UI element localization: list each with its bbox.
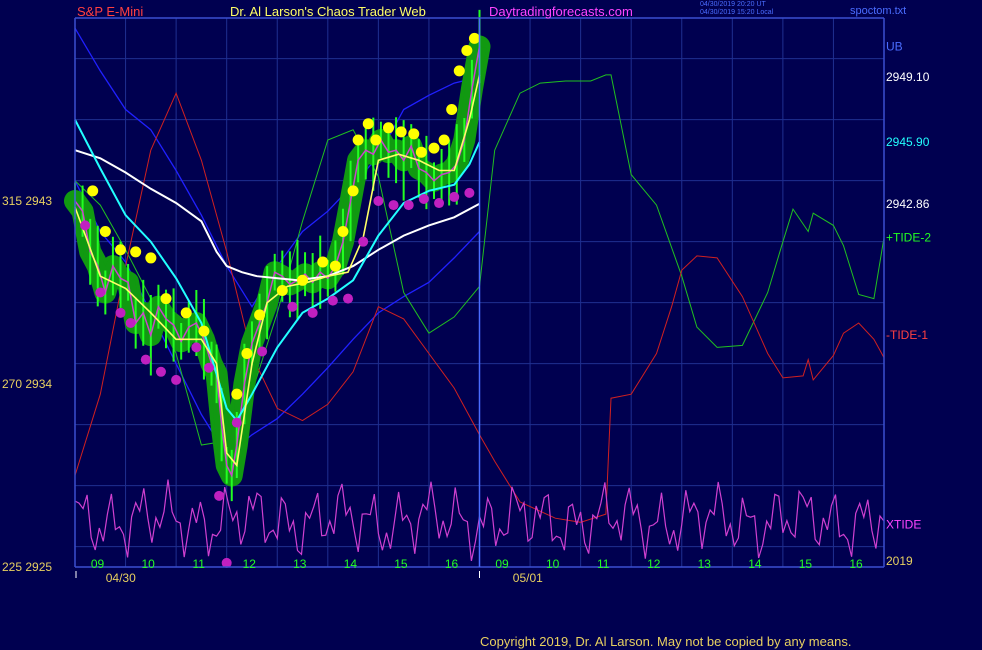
hour-tick-label: 09: [91, 557, 105, 571]
date-label: 04/30: [106, 571, 136, 585]
low-point: [115, 307, 126, 318]
high-point: [395, 126, 407, 138]
left-axis-label: 315 2943: [2, 194, 52, 208]
right-axis-label: 2019: [886, 554, 913, 568]
high-point: [428, 142, 440, 154]
high-point: [352, 134, 364, 146]
low-point: [418, 193, 429, 204]
hour-tick-label: 13: [698, 557, 712, 571]
left-axis-label: 270 2934: [2, 377, 52, 391]
low-point: [449, 191, 460, 202]
hour-tick-label: 12: [243, 557, 257, 571]
low-point: [358, 236, 369, 247]
timestamp-local: 04/30/2019 15:20 Local: [700, 9, 774, 16]
high-point: [198, 325, 210, 337]
copyright: Copyright 2019, Dr. Al Larson. May not b…: [480, 634, 852, 649]
hour-tick-label: 11: [597, 557, 610, 571]
left-axis-label: 225 2925: [2, 560, 52, 574]
high-point: [453, 65, 465, 77]
right-axis-label: +TIDE-2: [886, 231, 931, 245]
hour-tick-label: 14: [748, 557, 762, 571]
low-point: [464, 187, 475, 198]
high-point: [231, 388, 243, 400]
high-point: [362, 118, 374, 130]
right-axis-label: UB: [886, 39, 903, 53]
low-point: [80, 220, 91, 231]
hour-tick-label: 11: [192, 557, 205, 571]
hour-tick-label: 09: [495, 557, 509, 571]
high-point: [87, 185, 99, 197]
file-name: spoctom.txt: [850, 5, 907, 17]
high-point: [468, 32, 480, 44]
hour-tick-label: 14: [344, 557, 358, 571]
high-point: [297, 274, 309, 286]
high-point: [461, 45, 473, 57]
right-axis-label: 2945.90: [886, 135, 930, 149]
hour-tick-label: 12: [647, 557, 661, 571]
low-point: [191, 342, 202, 353]
right-axis-label: 2949.10: [886, 70, 930, 84]
low-point: [257, 346, 268, 357]
low-point: [155, 366, 166, 377]
high-point: [99, 226, 111, 237]
hour-tick-label: 13: [293, 557, 307, 571]
hour-tick-label: 10: [141, 557, 155, 571]
timestamp-ut: 04/30/2019 20:20 UT: [700, 1, 766, 8]
low-point: [287, 301, 298, 312]
high-point: [145, 252, 157, 264]
high-point: [347, 185, 359, 197]
high-point: [382, 122, 394, 134]
right-axis-label: 2942.86: [886, 197, 930, 211]
low-point: [203, 362, 214, 373]
low-point: [307, 307, 318, 318]
page-title: Dr. Al Larson's Chaos Trader Web: [230, 4, 426, 19]
high-point: [329, 260, 341, 272]
high-point: [276, 284, 288, 296]
low-point: [140, 354, 151, 365]
right-axis-label: XTIDE: [886, 517, 921, 531]
hour-tick-label: 16: [445, 557, 459, 571]
low-point: [388, 200, 399, 211]
high-point: [254, 309, 266, 321]
low-point: [343, 293, 354, 304]
high-point: [337, 226, 349, 237]
low-point: [214, 490, 225, 501]
low-point: [403, 200, 414, 211]
low-point: [231, 417, 242, 428]
high-point: [370, 134, 382, 146]
high-point: [180, 307, 192, 319]
date-label: 05/01: [513, 571, 543, 585]
hour-tick-label: 15: [394, 557, 408, 571]
high-point: [408, 128, 420, 140]
high-point: [160, 293, 172, 305]
high-point: [317, 256, 329, 268]
low-point: [373, 196, 384, 206]
low-point: [327, 295, 338, 306]
high-point: [115, 244, 127, 256]
hour-tick-label: 10: [546, 557, 560, 571]
high-point: [446, 104, 458, 115]
hour-tick-label: 16: [849, 557, 863, 571]
right-axis-label: -TIDE-1: [886, 328, 928, 342]
high-point: [241, 348, 253, 359]
high-point: [438, 134, 450, 146]
symbol-title: S&P E-Mini: [77, 4, 144, 19]
high-point: [415, 146, 427, 158]
low-point: [171, 374, 182, 385]
low-point: [125, 318, 136, 328]
low-point: [95, 287, 106, 298]
high-point: [130, 246, 142, 258]
low-point: [434, 198, 445, 209]
site-link[interactable]: Daytradingforecasts.com: [489, 4, 633, 19]
hour-tick-label: 15: [799, 557, 813, 571]
chart-canvas: 315 2943 270 2934 225 2925 UB 2949.10 2945.90…: [2, 9, 931, 585]
